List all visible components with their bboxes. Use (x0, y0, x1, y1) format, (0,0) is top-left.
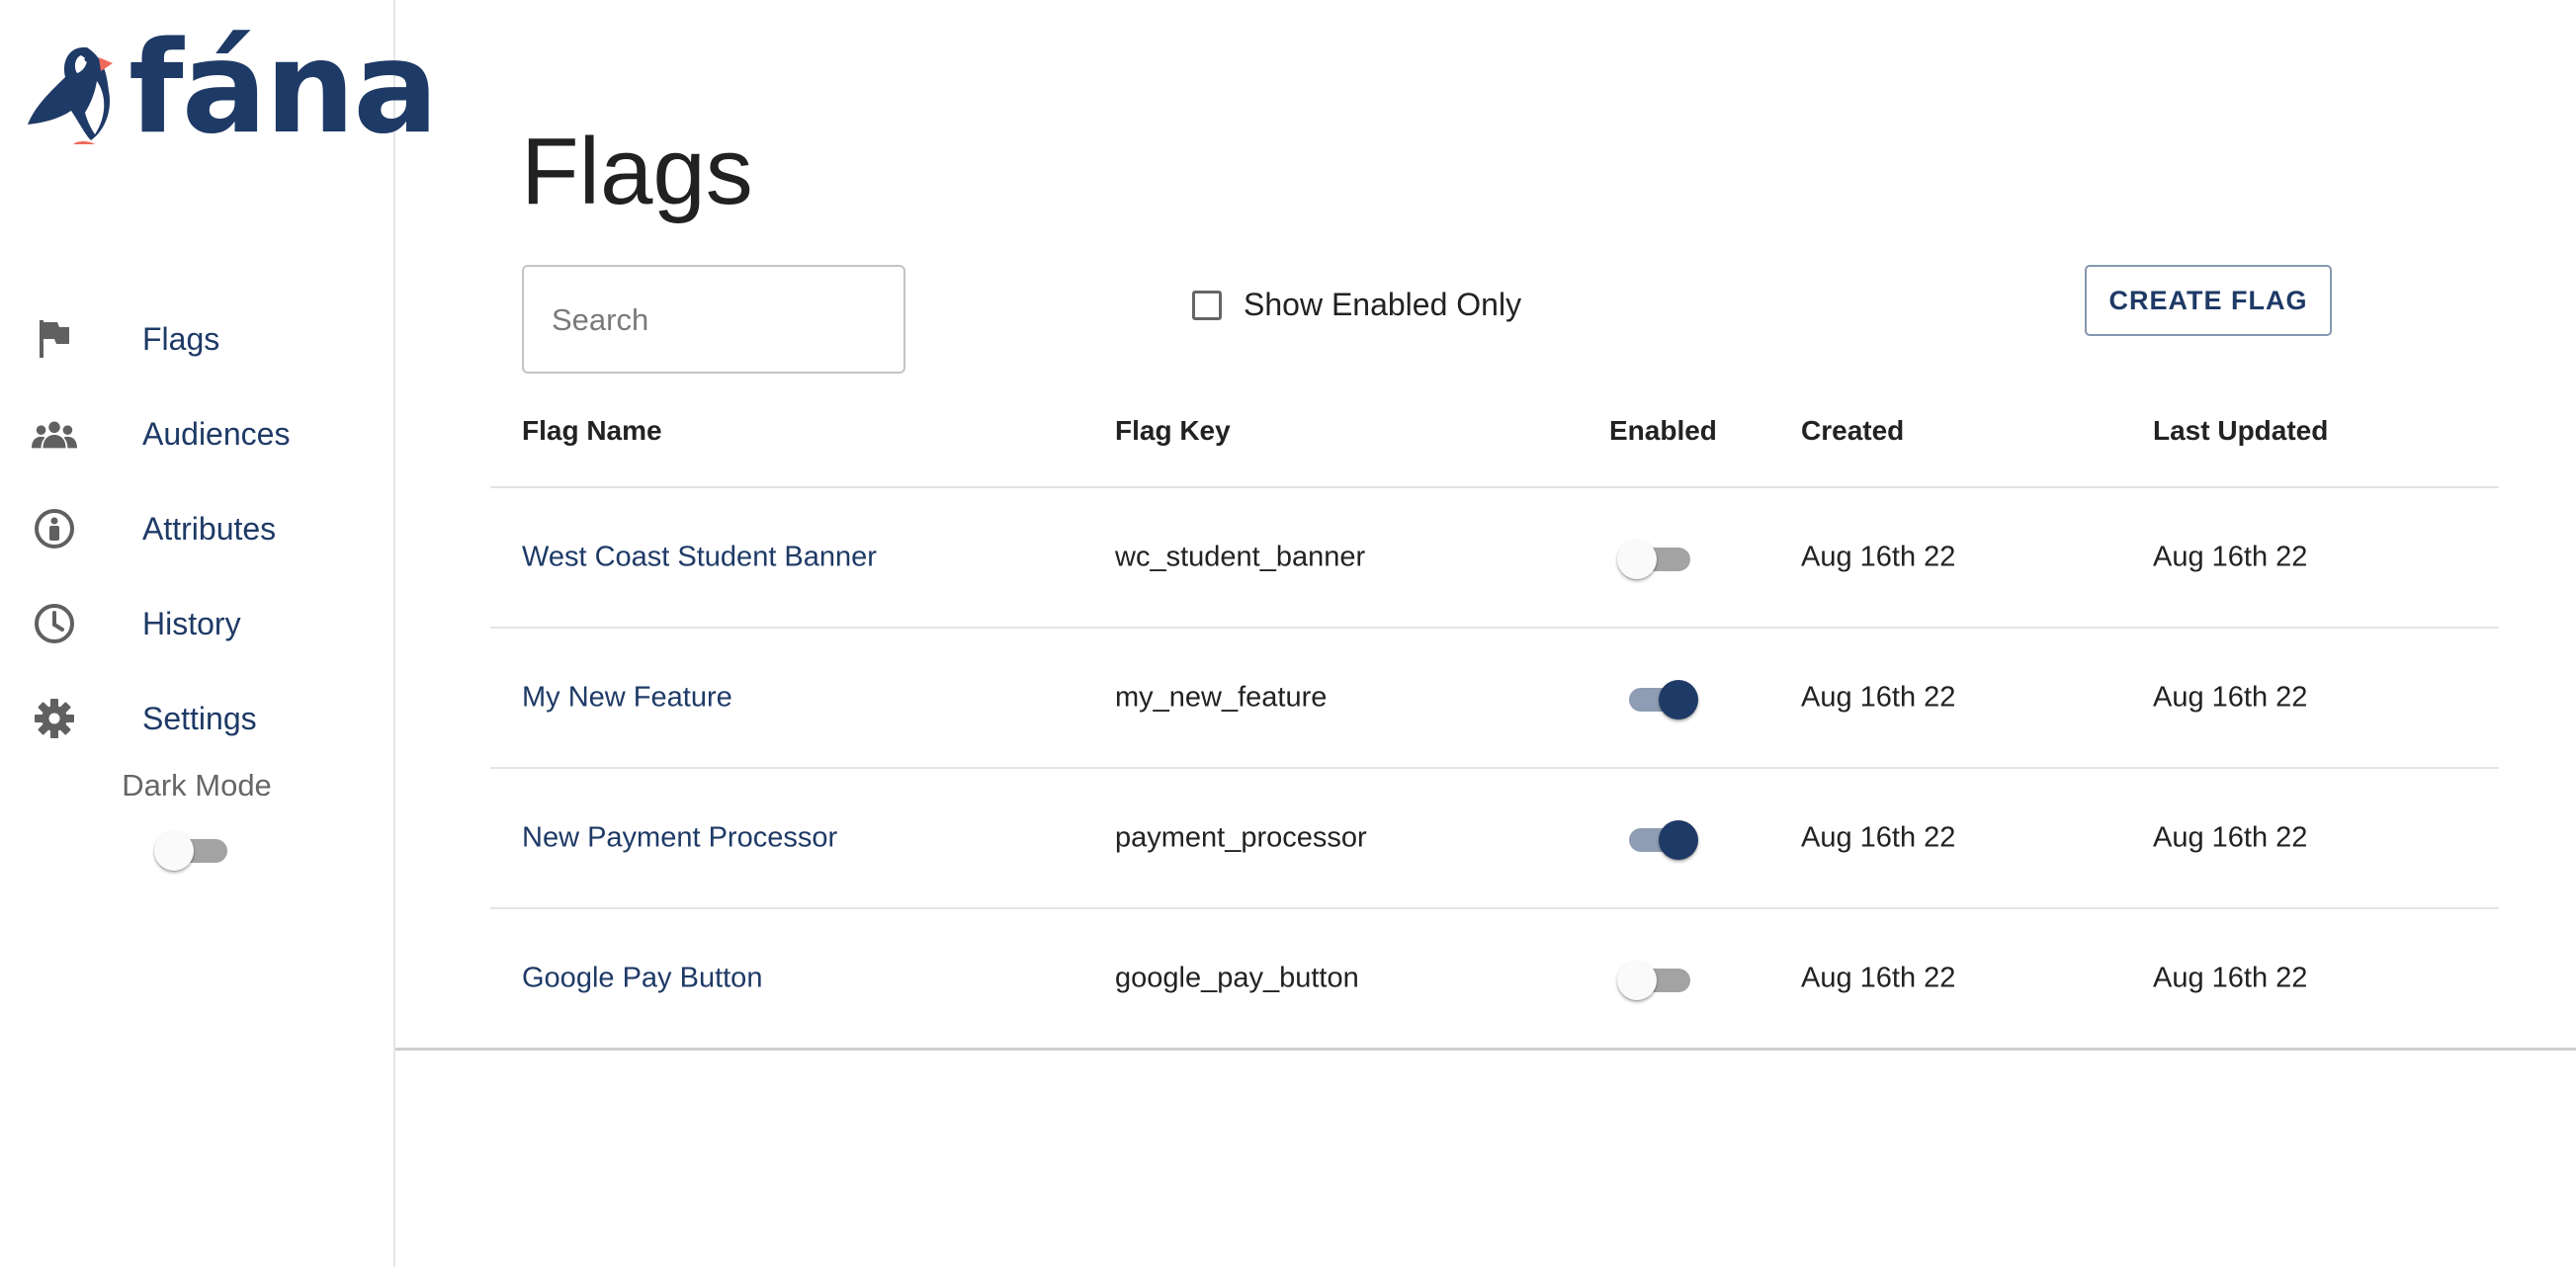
sidebar-item-label: Attributes (142, 510, 277, 547)
sidebar-item-label: History (142, 605, 241, 641)
flag-enabled-toggle[interactable] (1617, 956, 1696, 1001)
flag-key: google_pay_button (1115, 962, 1359, 994)
table-row[interactable]: Google Pay Button google_pay_button Aug … (490, 909, 2499, 1051)
search-input[interactable] (550, 267, 890, 374)
table-row[interactable]: My New Feature my_new_feature Aug 16th 2… (490, 629, 2499, 769)
sidebar-item-settings[interactable]: Settings (0, 671, 393, 766)
flag-enabled-toggle[interactable] (1617, 815, 1698, 861)
flag-name-link[interactable]: West Coast Student Banner (522, 542, 877, 574)
table-row[interactable]: New Payment Processor payment_processor … (490, 769, 2499, 909)
flag-name-link[interactable]: New Payment Processor (522, 822, 837, 855)
column-header-flag-name[interactable]: Flag Name (522, 415, 662, 447)
brand-name: fána (129, 15, 439, 162)
flag-icon (32, 316, 77, 362)
accessibility-icon (32, 506, 77, 551)
column-header-created[interactable]: Created (1801, 415, 1904, 447)
created-date: Aug 16th 22 (1801, 541, 1956, 573)
sidebar-nav: Flags Audiences Attributes History Setti… (0, 292, 393, 766)
updated-date: Aug 16th 22 (2153, 962, 2308, 994)
switch-thumb (1659, 820, 1698, 860)
flag-enabled-toggle[interactable] (1617, 535, 1696, 580)
created-date: Aug 16th 22 (1801, 681, 1956, 714)
column-header-enabled[interactable]: Enabled (1609, 415, 1717, 447)
flag-key: payment_processor (1115, 821, 1367, 854)
gear-icon (32, 696, 77, 741)
page-title: Flags (521, 119, 753, 224)
show-enabled-checkbox[interactable] (1192, 290, 1222, 320)
create-flag-button[interactable]: CREATE FLAG (2085, 265, 2332, 336)
brand-logo[interactable]: fána (26, 26, 439, 152)
updated-date: Aug 16th 22 (2153, 821, 2308, 854)
puffin-logo-icon (28, 46, 113, 144)
switch-thumb (154, 831, 194, 871)
app-root: fána Flags Audiences Attributes History … (0, 0, 2576, 1267)
column-header-last-updated[interactable]: Last Updated (2153, 415, 2328, 447)
table-row[interactable]: West Coast Student Banner wc_student_ban… (490, 488, 2499, 629)
dark-mode-label: Dark Mode (122, 768, 272, 802)
sidebar-item-flags[interactable]: Flags (0, 292, 393, 386)
sidebar-item-history[interactable]: History (0, 576, 393, 671)
main-content: Flags Show Enabled Only CREATE FLAG Flag… (395, 0, 2576, 1267)
switch-thumb (1617, 961, 1657, 1000)
table-header: Flag Name Flag Key Enabled Created Last … (490, 383, 2499, 488)
sidebar: fána Flags Audiences Attributes History … (0, 0, 439, 1267)
switch-thumb (1617, 540, 1657, 579)
sidebar-item-audiences[interactable]: Audiences (0, 386, 393, 481)
sidebar-item-label: Audiences (142, 415, 291, 452)
divider (395, 1048, 2576, 1051)
sidebar-item-label: Flags (142, 320, 220, 357)
sidebar-item-label: Settings (142, 700, 257, 736)
sidebar-item-attributes[interactable]: Attributes (0, 481, 393, 576)
created-date: Aug 16th 22 (1801, 962, 1956, 994)
show-enabled-label: Show Enabled Only (1244, 287, 1522, 322)
flag-enabled-toggle[interactable] (1617, 675, 1698, 720)
flag-key: wc_student_banner (1115, 541, 1366, 573)
flag-name-link[interactable]: Google Pay Button (522, 963, 762, 995)
updated-date: Aug 16th 22 (2153, 681, 2308, 714)
created-date: Aug 16th 22 (1801, 821, 1956, 854)
show-enabled-filter[interactable]: Show Enabled Only (1192, 287, 1521, 323)
flags-table: Flag Name Flag Key Enabled Created Last … (490, 383, 2499, 1051)
flag-key: my_new_feature (1115, 681, 1328, 714)
search-field[interactable] (522, 265, 905, 374)
dark-mode-toggle[interactable] (154, 826, 233, 872)
updated-date: Aug 16th 22 (2153, 541, 2308, 573)
people-icon (32, 411, 77, 457)
flag-name-link[interactable]: My New Feature (522, 682, 732, 715)
column-header-flag-key[interactable]: Flag Key (1115, 415, 1231, 447)
clock-icon (32, 601, 77, 646)
switch-thumb (1659, 680, 1698, 719)
